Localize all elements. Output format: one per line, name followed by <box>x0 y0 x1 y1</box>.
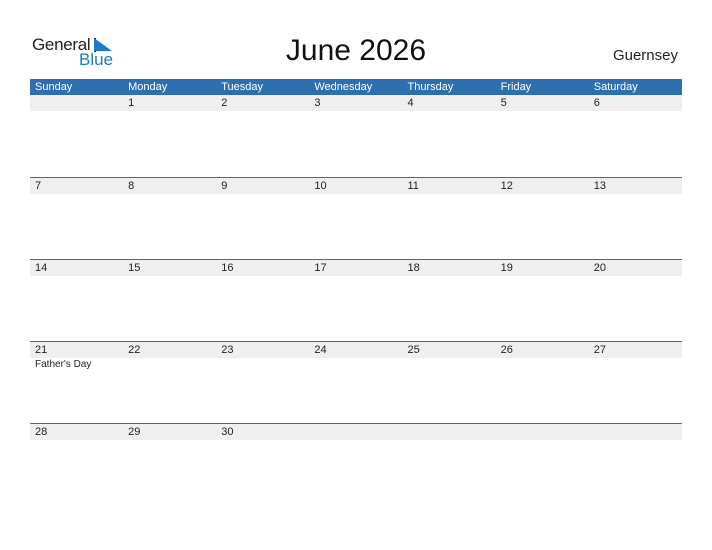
holiday-label <box>309 194 402 195</box>
day-number <box>30 95 123 111</box>
day-number: 22 <box>128 344 141 356</box>
day-number: 6 <box>593 97 600 109</box>
week-row: 21 22 23 24 25 26 27 Father's Day <box>30 341 682 423</box>
holiday-label <box>589 276 682 277</box>
day-number <box>309 424 402 440</box>
holiday-label <box>496 440 589 441</box>
day-number: 19 <box>500 262 513 274</box>
event-row <box>30 276 682 277</box>
holiday-label <box>123 194 216 195</box>
holiday-label <box>496 358 589 370</box>
day-number: 10 <box>314 180 327 192</box>
day-number: 13 <box>593 180 606 192</box>
holiday-label <box>403 276 496 277</box>
day-number: 15 <box>128 262 141 274</box>
day-number <box>589 424 682 440</box>
day-number: 14 <box>35 262 48 274</box>
weekday-monday: Monday <box>128 81 168 93</box>
day-number: 24 <box>314 344 327 356</box>
holiday-label <box>309 111 402 112</box>
weekday-saturday: Saturday <box>593 81 638 93</box>
day-number: 27 <box>593 344 606 356</box>
holiday-label <box>403 440 496 441</box>
page-title: June 2026 <box>285 34 427 67</box>
day-number-row: 28 29 30 <box>30 424 682 440</box>
holiday-label <box>309 276 402 277</box>
weekday-sunday: Sunday <box>35 81 73 93</box>
week-row: 7 8 9 10 11 12 13 <box>30 177 682 259</box>
holiday-label <box>403 111 496 112</box>
day-number: 2 <box>221 97 228 109</box>
weekday-friday: Friday <box>500 81 532 93</box>
holiday-label: Father's Day <box>35 359 92 370</box>
week-row: 1 2 3 4 5 6 <box>30 95 682 177</box>
day-number: 4 <box>407 97 414 109</box>
holiday-label <box>30 194 123 195</box>
day-number: 23 <box>221 344 234 356</box>
day-number: 29 <box>128 426 141 438</box>
day-number-row: 21 22 23 24 25 26 27 <box>30 342 682 358</box>
holiday-label <box>30 276 123 277</box>
event-row: Father's Day <box>30 358 682 370</box>
day-number: 12 <box>500 180 513 192</box>
event-row <box>30 194 682 195</box>
day-number <box>496 424 589 440</box>
day-number-row: 14 15 16 17 18 19 20 <box>30 260 682 276</box>
day-number: 26 <box>500 344 513 356</box>
day-number: 17 <box>314 262 327 274</box>
day-number: 25 <box>407 344 420 356</box>
holiday-label <box>30 440 123 441</box>
holiday-label <box>216 111 309 112</box>
holiday-label <box>216 358 309 370</box>
holiday-label <box>216 440 309 441</box>
holiday-label <box>30 111 123 112</box>
day-number: 16 <box>221 262 234 274</box>
holiday-label <box>496 194 589 195</box>
holiday-label <box>403 358 496 370</box>
day-number: 20 <box>593 262 606 274</box>
event-row <box>30 111 682 112</box>
day-number-row: 1 2 3 4 5 6 <box>30 95 682 111</box>
weekday-tuesday: Tuesday <box>221 81 264 93</box>
holiday-label <box>216 276 309 277</box>
holiday-label <box>216 194 309 195</box>
holiday-label <box>589 358 682 370</box>
holiday-label <box>589 194 682 195</box>
holiday-label <box>589 111 682 112</box>
event-row <box>30 440 682 441</box>
holiday-label <box>403 194 496 195</box>
day-number: 8 <box>128 180 135 192</box>
holiday-label <box>123 111 216 112</box>
holiday-label <box>123 276 216 277</box>
weekday-thursday: Thursday <box>407 81 454 93</box>
week-row: 14 15 16 17 18 19 20 <box>30 259 682 341</box>
day-number: 28 <box>35 426 48 438</box>
day-number: 9 <box>221 180 228 192</box>
holiday-label <box>123 440 216 441</box>
calendar-grid: Sunday Monday Tuesday Wednesday Thursday… <box>30 79 682 505</box>
holiday-label <box>309 358 402 370</box>
day-number: 21 <box>35 344 48 356</box>
day-number-row: 7 8 9 10 11 12 13 <box>30 178 682 194</box>
day-number: 11 <box>407 180 419 192</box>
day-number <box>403 424 496 440</box>
holiday-label <box>496 276 589 277</box>
day-number: 18 <box>407 262 420 274</box>
country-label: Guernsey <box>612 47 678 64</box>
weekday-header: Sunday Monday Tuesday Wednesday Thursday… <box>30 79 682 95</box>
day-number: 3 <box>314 97 321 109</box>
holiday-label <box>589 440 682 441</box>
day-number: 7 <box>35 180 42 192</box>
day-number: 5 <box>500 97 507 109</box>
week-row: 28 29 30 <box>30 423 682 505</box>
holiday-label <box>496 111 589 112</box>
holiday-label <box>309 440 402 441</box>
weekday-wednesday: Wednesday <box>314 81 373 93</box>
day-number: 30 <box>221 426 234 438</box>
holiday-label <box>123 358 216 370</box>
day-number: 1 <box>128 97 135 109</box>
